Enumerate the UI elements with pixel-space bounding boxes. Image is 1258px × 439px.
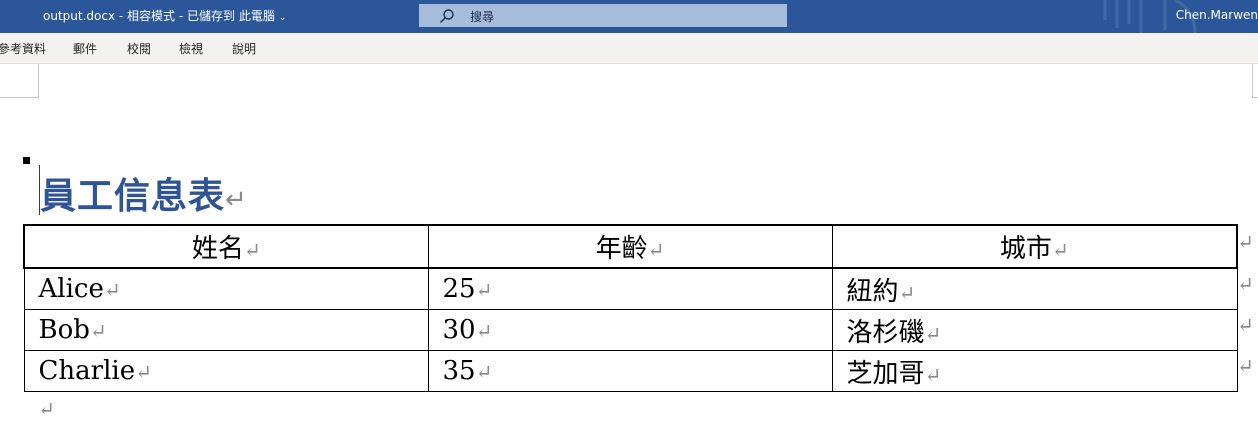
document-heading[interactable]: 員工信息表↵ [40,167,248,219]
cell-mark-icon: ↵ [898,280,916,305]
table-cell[interactable]: 30↵ [427,309,833,351]
header-label: 年齡 [595,234,648,264]
search-input[interactable]: 搜尋 [419,4,787,27]
cell-mark-icon: ↵ [89,319,107,343]
heading-text: 員工信息表 [40,176,226,217]
table-cell[interactable]: 紐約↵ [831,267,1238,310]
paragraph-anchor-icon [23,157,30,164]
user-account[interactable]: Chen.Marwen [1176,8,1258,22]
cell-text: Alice [38,274,104,304]
cell-text: Charlie [38,356,136,386]
header-cell-name[interactable]: 姓名↵ [23,224,429,269]
table-header-row: 姓名↵ 年齡↵ 城市↵ [23,224,1238,269]
table-cell[interactable]: 25↵ [427,267,833,310]
table-cell[interactable]: 芝加哥↵ [831,350,1238,392]
tab-mailings[interactable]: 郵件 [73,40,97,57]
cell-mark-icon: ↵ [1051,238,1069,262]
chevron-down-icon[interactable]: ⌄ [279,13,287,23]
title-separator: - [115,9,128,23]
title-bar: output.docx - 相容模式 - 已儲存到 此電腦 ⌄ 搜尋 Chen.M… [0,0,1258,33]
cell-mark-icon: ↵ [475,360,493,384]
row-end-mark-icon: ↵ [1237,272,1254,296]
margin-crop-mark [1252,64,1258,98]
tab-references[interactable]: 參考資料 [0,40,46,57]
search-icon [440,9,454,23]
tab-view[interactable]: 檢視 [179,40,203,57]
file-name: output.docx [43,9,116,23]
employee-table[interactable]: 姓名↵ 年齡↵ 城市↵ Alice↵ 25↵ 紐約↵ Bob↵ 30↵ 洛杉磯↵… [23,224,1238,392]
table-row: Bob↵ 30↵ 洛杉磯↵ [23,309,1238,351]
header-cell-age[interactable]: 年齡↵ [427,224,833,269]
paragraph-mark-icon[interactable]: ↵ [38,397,55,421]
cell-text: 紐約 [846,276,899,307]
table-cell[interactable]: 35↵ [427,350,833,392]
compatibility-mode: 相容模式 [127,9,176,23]
save-status: 已儲存到 此電腦 [187,9,275,23]
cell-text: 芝加哥 [846,358,925,389]
header-cell-city[interactable]: 城市↵ [831,224,1238,269]
tab-review[interactable]: 校閱 [127,40,151,57]
margin-crop-mark [0,64,39,98]
cell-text: 30 [442,315,476,345]
document-title[interactable]: output.docx - 相容模式 - 已儲存到 此電腦 ⌄ [43,7,286,24]
cell-mark-icon: ↵ [924,321,942,346]
ribbon-tabs: 參考資料 郵件 校閱 檢視 說明 [0,33,1258,64]
cell-mark-icon: ↵ [243,238,261,262]
cell-mark-icon: ↵ [135,360,152,384]
document-page[interactable]: 員工信息表↵ 姓名↵ 年齡↵ 城市↵ Alice↵ 25↵ 紐約↵ Bob↵ 3… [0,64,1258,439]
cell-mark-icon: ↵ [475,278,493,302]
paragraph-mark-icon: ↵ [225,185,248,215]
table-row: Alice↵ 25↵ 紐約↵ [23,267,1238,310]
row-end-mark-icon: ↵ [1237,354,1254,378]
cell-text: 35 [442,356,476,386]
table-cell[interactable]: Charlie↵ [23,350,429,392]
table-cell[interactable]: 洛杉磯↵ [831,309,1238,351]
row-end-mark-icon: ↵ [1237,230,1254,254]
row-end-mark-icon: ↵ [1237,313,1254,337]
table-row: Charlie↵ 35↵ 芝加哥↵ [23,350,1238,392]
header-label: 城市 [999,234,1052,264]
cell-mark-icon: ↵ [647,238,665,262]
table-cell[interactable]: Bob↵ [23,309,429,351]
header-label: 姓名 [191,234,244,264]
search-placeholder: 搜尋 [470,10,495,24]
table-cell[interactable]: Alice↵ [23,267,429,310]
tab-help[interactable]: 說明 [232,40,256,57]
cell-mark-icon: ↵ [475,319,493,343]
cell-mark-icon: ↵ [103,278,121,302]
cell-text: 洛杉磯 [846,317,925,348]
cell-text: Bob [38,315,90,345]
title-separator: - [175,9,188,23]
cell-mark-icon: ↵ [924,362,942,387]
cell-text: 25 [442,274,476,304]
